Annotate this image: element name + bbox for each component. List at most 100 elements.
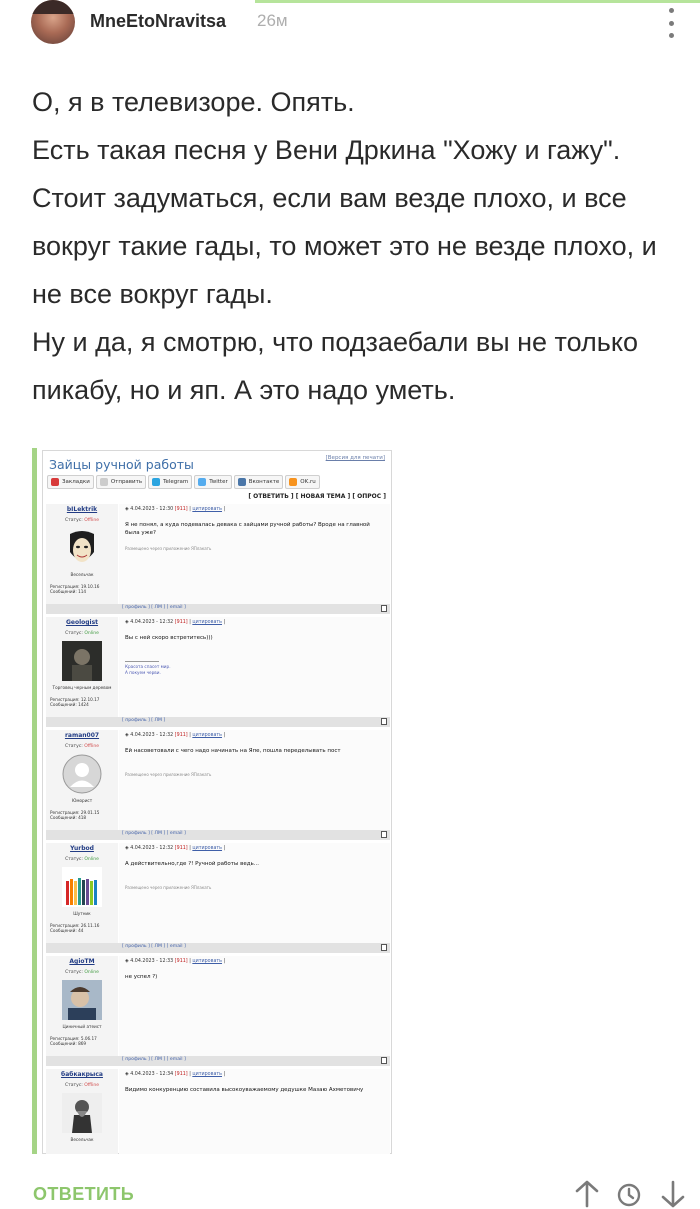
- post-author-status: Статус: Offline: [65, 744, 99, 749]
- post-message: не успел ?): [125, 974, 158, 980]
- quote-link[interactable]: цитировать: [192, 846, 222, 851]
- share-bar: Закладки Отправить Telegram Twitter Вконтакт…: [47, 475, 387, 490]
- post-author-reg: Регистрация: 29.01.15 Сообщений: 418: [50, 810, 99, 820]
- post-body: ◈ 4.04.2023 - 12:32 [911] | цитировать |…: [119, 730, 390, 830]
- post-footer: [ профиль ] [ ЛМ ] [ email ]: [46, 830, 390, 840]
- forum-page: Зайцы ручной работы [Версия для печати] …: [42, 450, 392, 1154]
- post-footer-links[interactable]: [ профиль ] [ ЛМ ] [ email ]: [122, 831, 186, 836]
- post-author-avatar: [62, 528, 102, 568]
- share-icon: [51, 478, 59, 486]
- message-count: Сообщений: 44: [50, 928, 84, 934]
- message-count: Сообщений: 114: [50, 589, 87, 595]
- kebab-menu-icon[interactable]: [664, 8, 678, 38]
- post-footer-links[interactable]: [ профиль ] [ ЛМ ] [ email ]: [122, 605, 186, 610]
- status-value: Online: [84, 631, 99, 636]
- forum-post: AgioTM Статус: Online Циничный атеист Регис…: [46, 956, 390, 1068]
- avatar[interactable]: [31, 0, 75, 44]
- share-button[interactable]: Закладки: [47, 475, 94, 489]
- share-button[interactable]: Telegram: [148, 475, 193, 489]
- share-icon: [99, 478, 108, 486]
- post-date: ◈ 4.04.2023 - 12:34: [125, 1072, 175, 1077]
- forum-title: Зайцы ручной работы: [49, 457, 194, 472]
- edit-icon[interactable]: [381, 605, 387, 612]
- post-footer-links[interactable]: [ профиль ] [ ЛМ ] [ email ]: [122, 1057, 186, 1062]
- share-label: Telegram: [163, 479, 189, 485]
- share-button[interactable]: Вконтакте: [233, 475, 284, 489]
- post-meta: ◈ 4.04.2023 - 12:30 [911] | цитировать |: [125, 507, 226, 512]
- post-author-nick[interactable]: Yurbod: [46, 845, 118, 852]
- post-footer-links[interactable]: [ профиль ] [ ЛМ ] [ email ]: [122, 944, 186, 949]
- post-body: ◈ 4.04.2023 - 12:33 [911] | цитировать |…: [119, 956, 390, 1056]
- post-author-nick[interactable]: bILektrik: [46, 506, 118, 513]
- share-button[interactable]: Twitter: [194, 475, 232, 489]
- post-author-nick[interactable]: raman007: [46, 732, 118, 739]
- post-author-nick[interactable]: Geologist: [46, 619, 118, 626]
- post-signature: Красота спасет мир. А покуем черви.: [125, 661, 171, 675]
- post-meta: ◈ 4.04.2023 - 12:32 [911] | цитировать |: [125, 620, 226, 625]
- edit-icon[interactable]: [381, 718, 387, 725]
- post-author-reg: Регистрация: 26.11.16 Сообщений: 44: [50, 923, 99, 933]
- post-author-title: Юморист: [71, 798, 93, 803]
- quote-link[interactable]: цитировать: [192, 733, 222, 738]
- message-count: Сообщений: 1424: [50, 702, 89, 708]
- post-date: ◈ 4.04.2023 - 12:32: [125, 846, 175, 851]
- post-meta: ◈ 4.04.2023 - 12:32 [911] | цитировать |: [125, 733, 226, 738]
- message-count: Сообщений: 869: [50, 1041, 87, 1047]
- post-author-avatar: [62, 980, 102, 1020]
- status-value: Online: [84, 857, 99, 862]
- post-body: ◈ 4.04.2023 - 12:32 [911] | цитировать |…: [119, 617, 390, 717]
- post-author-title: Весельчак: [70, 1137, 94, 1142]
- forum-screenshot[interactable]: Зайцы ручной работы [Версия для печати] …: [32, 448, 392, 1154]
- post-author-panel: AgioTM Статус: Online Циничный атеист Регис…: [46, 956, 118, 1056]
- post-footer: [ профиль ] [ ЛМ ] [ email ]: [46, 604, 390, 614]
- share-icon: [152, 478, 161, 486]
- forum-post: Yurbod Статус: Online Шутник Регистрация: 2…: [46, 843, 390, 955]
- post-author-title: Весельчак: [70, 572, 94, 577]
- forum-post: бабкакрыса Статус: Offline Весельчак ◈ 4.04…: [46, 1069, 390, 1154]
- post-author-title: Шутник: [73, 911, 91, 916]
- share-label: Закладки: [62, 479, 90, 485]
- username[interactable]: MneEtoNravitsa: [90, 11, 226, 32]
- post-meta: ◈ 4.04.2023 - 12:34 [911] | цитировать |: [125, 1072, 226, 1077]
- comment-line: О, я в телевизоре. Опять.: [32, 87, 355, 117]
- post-meta: ◈ 4.04.2023 - 12:33 [911] | цитировать |: [125, 959, 226, 964]
- post-author-panel: Yurbod Статус: Online Шутник Регистрация: 2…: [46, 843, 118, 943]
- post-author-nick[interactable]: AgioTM: [46, 958, 118, 965]
- post-author-panel: raman007 Статус: Offline Юморист Регистраци…: [46, 730, 118, 830]
- quote-link[interactable]: цитировать: [192, 507, 222, 512]
- post-via-app: Размещено через приложение ЯПлакать: [125, 885, 212, 890]
- post-message: Видимо конкуренцию составила высокоуважа…: [125, 1087, 364, 1093]
- post-number: [911]: [174, 620, 188, 625]
- post-author-nick[interactable]: бабкакрыса: [46, 1071, 118, 1078]
- post-author-status: Статус: Online: [65, 970, 99, 975]
- post-number: [911]: [174, 507, 188, 512]
- forum-post: bILektrik Статус: Offline Весельчак Регистр…: [46, 504, 390, 616]
- post-author-title: Циничный атеист: [62, 1024, 102, 1029]
- arrow-up-icon[interactable]: [574, 1180, 600, 1209]
- quote-link[interactable]: цитировать: [192, 959, 222, 964]
- post-number: [911]: [174, 1072, 188, 1077]
- post-author-status: Статус: Offline: [65, 1083, 99, 1088]
- post-author-panel: Geologist Статус: Online Торговец черным д…: [46, 617, 118, 717]
- reply-button[interactable]: ОТВЕТИТЬ: [33, 1184, 134, 1205]
- arrow-down-icon[interactable]: [660, 1180, 686, 1209]
- quote-link[interactable]: цитировать: [192, 1072, 222, 1077]
- signature-line: Красота спасет мир.: [125, 664, 171, 669]
- edit-icon[interactable]: [381, 1057, 387, 1064]
- post-message: Я не понял, а куда подевалась девака с з…: [125, 522, 370, 536]
- post-author-status: Статус: Online: [65, 857, 99, 862]
- quote-link[interactable]: цитировать: [192, 620, 222, 625]
- history-icon[interactable]: [616, 1182, 642, 1209]
- post-date: ◈ 4.04.2023 - 12:32: [125, 620, 175, 625]
- share-button[interactable]: OK.ru: [285, 475, 320, 489]
- post-body: ◈ 4.04.2023 - 12:34 [911] | цитировать |…: [119, 1069, 390, 1154]
- post-author-avatar: [62, 1093, 102, 1133]
- post-message: Ей насоветовали с чего надо начинать на …: [125, 748, 341, 754]
- signature-line: А покуем черви.: [125, 669, 161, 675]
- post-number: [911]: [174, 959, 188, 964]
- edit-icon[interactable]: [381, 831, 387, 838]
- share-button[interactable]: Отправить: [95, 475, 147, 489]
- edit-icon[interactable]: [381, 944, 387, 951]
- post-date: ◈ 4.04.2023 - 12:33: [125, 959, 175, 964]
- post-footer-links[interactable]: [ профиль ] [ ЛМ ]: [122, 718, 165, 723]
